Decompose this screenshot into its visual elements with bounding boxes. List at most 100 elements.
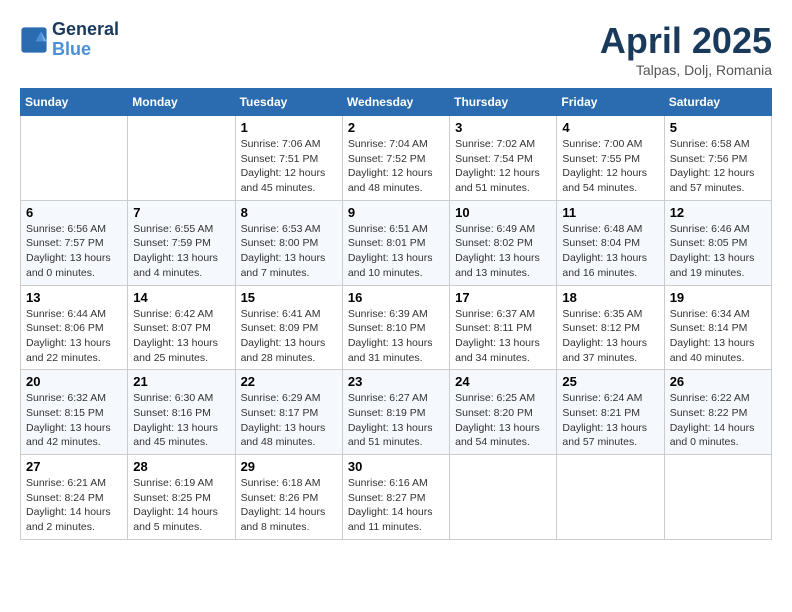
calendar-cell: 26 Sunrise: 6:22 AM Sunset: 8:22 PM Dayli… <box>664 370 771 455</box>
day-info: Sunrise: 7:02 AM Sunset: 7:54 PM Dayligh… <box>455 137 551 196</box>
day-number: 6 <box>26 205 122 220</box>
day-number: 19 <box>670 290 766 305</box>
day-number: 1 <box>241 120 337 135</box>
day-number: 26 <box>670 374 766 389</box>
day-info: Sunrise: 7:04 AM Sunset: 7:52 PM Dayligh… <box>348 137 444 196</box>
calendar-cell: 2 Sunrise: 7:04 AM Sunset: 7:52 PM Daylig… <box>342 116 449 201</box>
calendar-cell <box>664 455 771 540</box>
day-info: Sunrise: 6:32 AM Sunset: 8:15 PM Dayligh… <box>26 391 122 450</box>
logo-line1: General <box>52 20 119 40</box>
day-number: 18 <box>562 290 658 305</box>
weekday-header-monday: Monday <box>128 89 235 116</box>
calendar-cell: 20 Sunrise: 6:32 AM Sunset: 8:15 PM Dayli… <box>21 370 128 455</box>
calendar-cell: 27Sunrise: 6:21 AM Sunset: 8:24 PM Dayli… <box>21 455 128 540</box>
calendar-cell: 17 Sunrise: 6:37 AM Sunset: 8:11 PM Dayli… <box>450 285 557 370</box>
day-number: 16 <box>348 290 444 305</box>
day-number: 20 <box>26 374 122 389</box>
calendar-cell: 6 Sunrise: 6:56 AM Sunset: 7:57 PM Daylig… <box>21 200 128 285</box>
day-info: Sunrise: 6:27 AM Sunset: 8:19 PM Dayligh… <box>348 391 444 450</box>
calendar-cell: 16Sunrise: 6:39 AM Sunset: 8:10 PM Dayli… <box>342 285 449 370</box>
day-number: 21 <box>133 374 229 389</box>
day-info: Sunrise: 6:46 AM Sunset: 8:05 PM Dayligh… <box>670 222 766 281</box>
day-info: Sunrise: 6:53 AM Sunset: 8:00 PM Dayligh… <box>241 222 337 281</box>
day-info: Sunrise: 6:18 AM Sunset: 8:26 PM Dayligh… <box>241 476 337 535</box>
calendar-cell: 19 Sunrise: 6:34 AM Sunset: 8:14 PM Dayli… <box>664 285 771 370</box>
calendar-cell: 4 Sunrise: 7:00 AM Sunset: 7:55 PM Daylig… <box>557 116 664 201</box>
day-number: 23 <box>348 374 444 389</box>
day-info: Sunrise: 6:24 AM Sunset: 8:21 PM Dayligh… <box>562 391 658 450</box>
day-number: 14 <box>133 290 229 305</box>
month-title: April 2025 <box>600 20 772 62</box>
day-number: 27 <box>26 459 122 474</box>
calendar-cell: 15Sunrise: 6:41 AM Sunset: 8:09 PM Dayli… <box>235 285 342 370</box>
day-info: Sunrise: 6:19 AM Sunset: 8:25 PM Dayligh… <box>133 476 229 535</box>
day-number: 3 <box>455 120 551 135</box>
calendar-cell: 14 Sunrise: 6:42 AM Sunset: 8:07 PM Dayli… <box>128 285 235 370</box>
weekday-header-tuesday: Tuesday <box>235 89 342 116</box>
calendar-cell: 29 Sunrise: 6:18 AM Sunset: 8:26 PM Dayli… <box>235 455 342 540</box>
logo: General Blue <box>20 20 119 60</box>
calendar-cell <box>128 116 235 201</box>
calendar-cell: 7Sunrise: 6:55 AM Sunset: 7:59 PM Daylig… <box>128 200 235 285</box>
weekday-header-thursday: Thursday <box>450 89 557 116</box>
page-header: General Blue April 2025 Talpas, Dolj, Ro… <box>20 20 772 78</box>
day-info: Sunrise: 6:55 AM Sunset: 7:59 PM Dayligh… <box>133 222 229 281</box>
day-info: Sunrise: 6:29 AM Sunset: 8:17 PM Dayligh… <box>241 391 337 450</box>
day-info: Sunrise: 6:42 AM Sunset: 8:07 PM Dayligh… <box>133 307 229 366</box>
logo-icon <box>20 26 48 54</box>
calendar-header-row: SundayMondayTuesdayWednesdayThursdayFrid… <box>21 89 772 116</box>
day-info: Sunrise: 6:58 AM Sunset: 7:56 PM Dayligh… <box>670 137 766 196</box>
calendar-cell: 13Sunrise: 6:44 AM Sunset: 8:06 PM Dayli… <box>21 285 128 370</box>
day-number: 2 <box>348 120 444 135</box>
day-info: Sunrise: 6:25 AM Sunset: 8:20 PM Dayligh… <box>455 391 551 450</box>
calendar-cell: 10Sunrise: 6:49 AM Sunset: 8:02 PM Dayli… <box>450 200 557 285</box>
calendar-cell: 5 Sunrise: 6:58 AM Sunset: 7:56 PM Daylig… <box>664 116 771 201</box>
calendar-cell: 22 Sunrise: 6:29 AM Sunset: 8:17 PM Dayli… <box>235 370 342 455</box>
logo-line2: Blue <box>52 40 119 60</box>
day-info: Sunrise: 7:00 AM Sunset: 7:55 PM Dayligh… <box>562 137 658 196</box>
calendar-cell <box>21 116 128 201</box>
day-info: Sunrise: 6:30 AM Sunset: 8:16 PM Dayligh… <box>133 391 229 450</box>
weekday-header-saturday: Saturday <box>664 89 771 116</box>
day-number: 8 <box>241 205 337 220</box>
calendar-cell: 3 Sunrise: 7:02 AM Sunset: 7:54 PM Daylig… <box>450 116 557 201</box>
day-number: 12 <box>670 205 766 220</box>
day-info: Sunrise: 6:44 AM Sunset: 8:06 PM Dayligh… <box>26 307 122 366</box>
calendar-week-row: 13Sunrise: 6:44 AM Sunset: 8:06 PM Dayli… <box>21 285 772 370</box>
day-number: 22 <box>241 374 337 389</box>
calendar-cell: 25 Sunrise: 6:24 AM Sunset: 8:21 PM Dayli… <box>557 370 664 455</box>
day-number: 30 <box>348 459 444 474</box>
calendar-week-row: 6 Sunrise: 6:56 AM Sunset: 7:57 PM Daylig… <box>21 200 772 285</box>
day-info: Sunrise: 6:35 AM Sunset: 8:12 PM Dayligh… <box>562 307 658 366</box>
calendar-cell: 8 Sunrise: 6:53 AM Sunset: 8:00 PM Daylig… <box>235 200 342 285</box>
day-info: Sunrise: 6:34 AM Sunset: 8:14 PM Dayligh… <box>670 307 766 366</box>
calendar-cell: 11 Sunrise: 6:48 AM Sunset: 8:04 PM Dayli… <box>557 200 664 285</box>
calendar-cell: 9Sunrise: 6:51 AM Sunset: 8:01 PM Daylig… <box>342 200 449 285</box>
day-info: Sunrise: 7:06 AM Sunset: 7:51 PM Dayligh… <box>241 137 337 196</box>
day-info: Sunrise: 6:49 AM Sunset: 8:02 PM Dayligh… <box>455 222 551 281</box>
day-number: 4 <box>562 120 658 135</box>
day-number: 25 <box>562 374 658 389</box>
day-number: 17 <box>455 290 551 305</box>
calendar-week-row: 20 Sunrise: 6:32 AM Sunset: 8:15 PM Dayli… <box>21 370 772 455</box>
weekday-header-sunday: Sunday <box>21 89 128 116</box>
calendar-cell: 30Sunrise: 6:16 AM Sunset: 8:27 PM Dayli… <box>342 455 449 540</box>
weekday-header-wednesday: Wednesday <box>342 89 449 116</box>
calendar-cell: 23 Sunrise: 6:27 AM Sunset: 8:19 PM Dayli… <box>342 370 449 455</box>
day-number: 5 <box>670 120 766 135</box>
day-info: Sunrise: 6:56 AM Sunset: 7:57 PM Dayligh… <box>26 222 122 281</box>
day-number: 15 <box>241 290 337 305</box>
day-number: 28 <box>133 459 229 474</box>
calendar-cell: 24Sunrise: 6:25 AM Sunset: 8:20 PM Dayli… <box>450 370 557 455</box>
day-info: Sunrise: 6:51 AM Sunset: 8:01 PM Dayligh… <box>348 222 444 281</box>
calendar-cell <box>557 455 664 540</box>
day-info: Sunrise: 6:22 AM Sunset: 8:22 PM Dayligh… <box>670 391 766 450</box>
calendar-table: SundayMondayTuesdayWednesdayThursdayFrid… <box>20 88 772 540</box>
day-number: 29 <box>241 459 337 474</box>
calendar-cell: 1 Sunrise: 7:06 AM Sunset: 7:51 PM Daylig… <box>235 116 342 201</box>
day-number: 11 <box>562 205 658 220</box>
day-info: Sunrise: 6:48 AM Sunset: 8:04 PM Dayligh… <box>562 222 658 281</box>
calendar-week-row: 1 Sunrise: 7:06 AM Sunset: 7:51 PM Daylig… <box>21 116 772 201</box>
day-info: Sunrise: 6:37 AM Sunset: 8:11 PM Dayligh… <box>455 307 551 366</box>
location-subtitle: Talpas, Dolj, Romania <box>600 62 772 78</box>
